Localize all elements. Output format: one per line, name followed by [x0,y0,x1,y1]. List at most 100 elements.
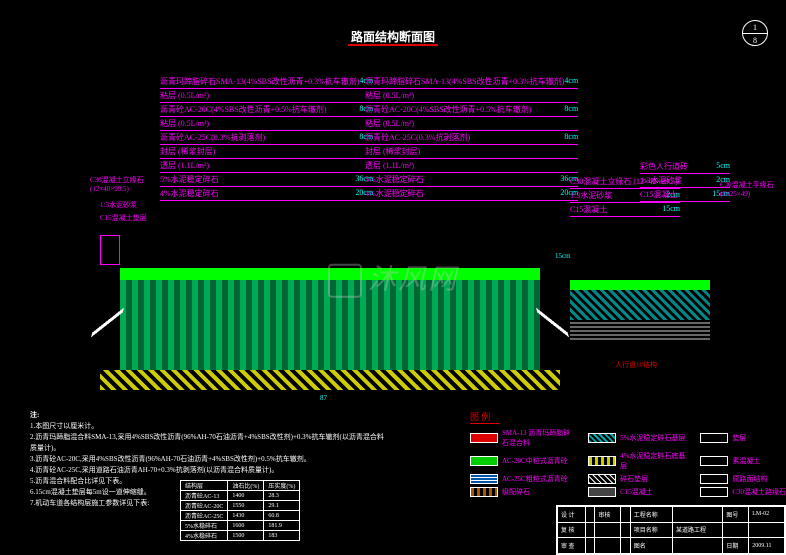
legend-item: 原路面结构 [700,474,786,484]
tb-cell: 2009.11 [749,538,785,554]
curb-detail-left: C30混凝土立缘石 (12×40×99.5) 1:3水泥砂浆 C15混凝土垫层 [100,195,150,270]
legend-header: 图 例 [470,410,500,424]
legend-label: 4%水泥稳定碎石底基层 [620,451,686,471]
spec-val: 5cm [716,161,730,172]
tb-cell: 某道路工程 [672,522,722,538]
td: 1400 [228,491,264,501]
spec-label: 沥青砼AC-20C(4%SBS改性沥青+0.5%抗车辙剂) [160,104,327,115]
dim-depth: 15cm [555,252,571,260]
pavement-base-layers [120,280,540,370]
spec-label: C15混凝土 [640,189,677,200]
tb-cell [621,538,631,554]
tb-cell [621,507,631,523]
note-item: 3.沥青砼AC-20C,采用4%SBS改性沥青(96%AH-70石油沥青+4%S… [30,454,390,465]
legend-label: 垫层 [732,433,746,443]
sidewalk-base [570,320,710,340]
legend-item: SMA-13 沥青玛蹄脂碎石混合料 [470,428,574,448]
td: 28.3 [264,491,300,501]
td: 1550 [228,501,264,511]
tb-cell [585,507,595,523]
td: 1430 [228,511,264,521]
legend-label: 素混凝土 [732,456,760,466]
spec-label: 5%水泥稳定碎石 [365,174,424,185]
legend-swatch [470,487,498,497]
spec-label: 沥青砼AC-20C(4%SBS改性沥青+0.5%抗车辙剂) [365,104,532,115]
curb-sub2: C15混凝土垫层 [100,213,147,223]
spec-val: 8cm [564,104,578,115]
spec-label: 粘层 (0.5L/m²) [160,90,209,101]
flat-curb-title: C30混凝土平缘石 (8×25×49) [720,180,780,198]
td: 29.1 [264,501,300,511]
sidewalk-top [570,280,710,290]
spec-label: 粘层 (0.5L/m²) [365,118,414,129]
legend-block: 图 例 SMA-13 沥青玛蹄脂碎石混合料 5%水泥稳定碎石基层 垫层 AC-20C中… [470,410,786,497]
td: 1600 [228,521,264,531]
tb-cell: 日期 [723,538,749,554]
spec-label: 透层 (1.1L/m²) [365,160,414,171]
legend-swatch [700,456,728,466]
td: 181.9 [264,521,300,531]
td: 183 [264,531,300,541]
legend-label: C15混凝土 [620,487,653,497]
tb-cell: LM-02 [749,507,785,523]
drawing-title: 路面结构断面图 [351,28,435,45]
spec-label: 1:3水泥砂浆 [570,190,612,201]
curb-shape [100,235,120,265]
spec-label: 4%水泥稳定碎石 [160,188,219,199]
spec-label: 5%水泥稳定碎石 [160,174,219,185]
sidewalk-mid [570,290,710,320]
legend-label: C30混凝土路缘石 [732,487,786,497]
legend-label: 碎石垫层 [620,474,648,484]
legend-swatch [588,487,616,497]
legend-swatch [588,456,616,466]
th: 压实度(%) [264,481,300,491]
spec-label: 沥青玛蹄脂碎石SMA-13(4%SBS改性沥青+0.3%抗车辙剂) [365,76,564,87]
tb-cell [723,522,749,538]
spec-label: 沥青玛蹄脂碎石SMA-13(4%SBS改性沥青+0.3%抗车辙剂) [160,76,359,87]
spec-label: 4%水泥稳定碎石 [365,188,424,199]
legend-label: 5%水泥稳定碎石基层 [620,433,685,443]
sidewalk-section [570,280,710,350]
legend-swatch [470,433,498,443]
tb-cell [749,522,785,538]
legend-label: SMA-13 沥青玛蹄脂碎石混合料 [502,428,574,448]
tb-cell [585,538,595,554]
td: 沥青砼AC-13 [181,491,228,501]
sidewalk-spec: 彩色人行道砖5cm 1:3水泥砂浆2cm C15混凝土15cm [640,160,730,202]
legend-item: C15混凝土 [588,487,686,497]
th: 油石比(%) [228,481,264,491]
spec-val: 4cm [564,76,578,87]
tb-cell: 图名 [630,538,672,554]
legend-item: 4%水泥稳定碎石底基层 [588,451,686,471]
legend-label: AC-20C中粒式沥青砼 [502,456,568,466]
legend-item: 5%水泥稳定碎石基层 [588,428,686,448]
spec-label: 1:3水泥砂浆 [640,175,682,186]
pavement-top-layer [120,268,540,280]
param-table: 结构层油石比(%)压实度(%) 沥青砼AC-13140028.3 沥青砼AC-2… [180,480,300,541]
spec-label: 彩色人行道砖 [640,161,688,172]
tb-cell: 工程名称 [630,507,672,523]
pavement-subbase [100,370,560,390]
note-item: 4.沥青砼AC-25C,采用道路石油沥青AH-70+0.3%抗剥落剂(以沥青混合… [30,465,390,476]
legend-label: 级配碎石 [502,487,530,497]
td: 5%水稳碎石 [181,521,228,531]
legend-item: 级配碎石 [470,487,574,497]
dim-base-total: 87 [320,394,327,402]
notes-header: 注: [30,410,390,421]
tb-cell: 项目名称 [630,522,672,538]
legend-swatch [700,433,728,443]
spec-val: 8cm [564,132,578,143]
legend-item: AC-25C粗粒式沥青砼 [470,474,574,484]
legend-swatch [700,487,728,497]
legend-swatch [588,433,616,443]
legend-item: C30混凝土路缘石 [700,487,786,497]
legend-label: 原路面结构 [732,474,767,484]
tb-cell [621,522,631,538]
spec-val: 15cm [662,204,680,215]
sidewalk-caption: 人行道1#结构 [615,360,657,370]
spec-label: 透层 (1.1L/m²) [160,160,209,171]
td: 1500 [228,531,264,541]
layer-spec-left: 沥青玛蹄脂碎石SMA-13(4%SBS改性沥青+0.3%抗车辙剂)4cm 粘层 … [160,75,373,201]
sheet-ref-top: 1 [743,21,767,34]
legend-swatch [470,456,498,466]
